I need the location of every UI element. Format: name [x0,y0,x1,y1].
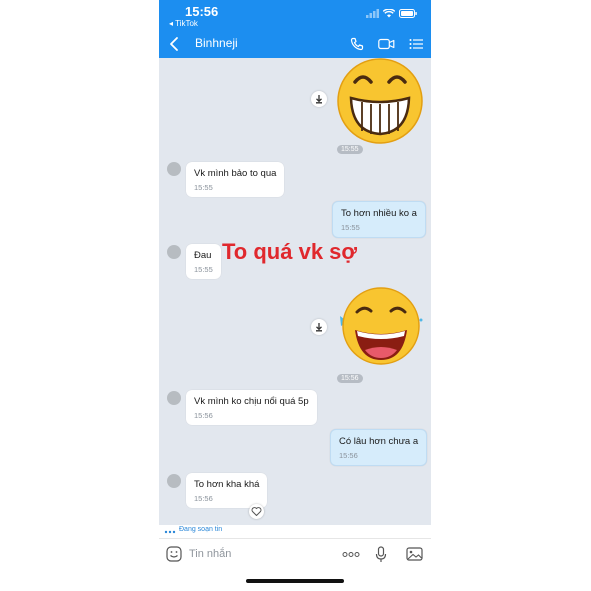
message-time: 15:56 [194,494,213,503]
outgoing-message[interactable]: Có lâu hơn chưa a 15:56 [330,429,428,466]
download-icon[interactable] [311,91,327,107]
message-time: 15:55 [194,265,213,274]
typing-dots-icon [164,530,176,534]
message-list[interactable]: 15:55 Vk mình bảo to qua 15:55 To hơn nh… [159,58,431,538]
image-picker-icon[interactable] [406,547,423,561]
chat-header: Binhneji [159,31,431,58]
status-time: 15:56 [185,4,219,19]
header-actions [350,37,423,51]
incoming-message[interactable]: Đau 15:55 [186,244,221,279]
microphone-icon[interactable] [375,546,387,563]
avatar[interactable] [167,391,181,405]
laughing-emoji-sticker[interactable] [335,286,425,368]
outgoing-message[interactable]: To hơn nhiều ko a 15:55 [332,201,426,238]
phone-call-icon[interactable] [350,37,364,51]
grinning-emoji-sticker[interactable] [335,58,425,144]
sticker-timestamp: 15:55 [337,145,363,154]
typing-indicator: Đang soạn tin [159,525,431,538]
message-time: 15:56 [339,451,358,460]
sticker-timestamp: 15:56 [337,374,363,383]
incoming-message[interactable]: Vk mình bảo to qua 15:55 [186,162,285,197]
message-text: Vk mình bảo to qua [194,168,277,179]
typing-text: Đang soạn tin [179,526,223,533]
menu-list-icon[interactable] [409,38,423,50]
wifi-icon [383,9,395,18]
message-input[interactable]: Tin nhắn [189,548,231,560]
download-icon[interactable] [311,319,327,335]
home-indicator [246,579,344,583]
incoming-message[interactable]: To hơn kha khá 15:56 [186,473,268,508]
avatar[interactable] [167,474,181,488]
system-icons [366,9,417,18]
back-to-app-link[interactable]: ◂ TikTok [169,19,198,28]
react-heart-icon[interactable] [249,504,264,519]
emoji-picker-icon[interactable] [166,546,182,562]
video-call-icon[interactable] [378,38,395,50]
message-text: Có lâu hơn chưa a [339,436,419,447]
incoming-message[interactable]: Vk mình ko chịu nổi quá 5p 15:56 [186,390,317,425]
battery-icon [399,9,417,18]
avatar[interactable] [167,245,181,259]
message-text: Vk mình ko chịu nổi quá 5p [194,396,309,407]
chat-screen: 15:56 ◂ TikTok Binhneji 15:55 Vk mình bả… [159,0,431,591]
message-time: 15:55 [194,183,213,192]
message-time: 15:56 [194,411,213,420]
message-text: To hơn nhiều ko a [341,208,417,219]
contact-name[interactable]: Binhneji [195,36,238,50]
avatar[interactable] [167,162,181,176]
message-text: Đau [194,250,212,261]
more-options-icon[interactable] [342,552,360,557]
message-text: To hơn kha khá [194,479,260,490]
message-time: 15:55 [341,223,360,232]
back-arrow-icon[interactable] [169,36,179,52]
signal-icon [366,9,379,18]
overlay-caption: To quá vk sợ [222,239,358,264]
composer-bar: Tin nhắn [159,538,431,570]
status-bar: 15:56 ◂ TikTok [159,0,431,31]
